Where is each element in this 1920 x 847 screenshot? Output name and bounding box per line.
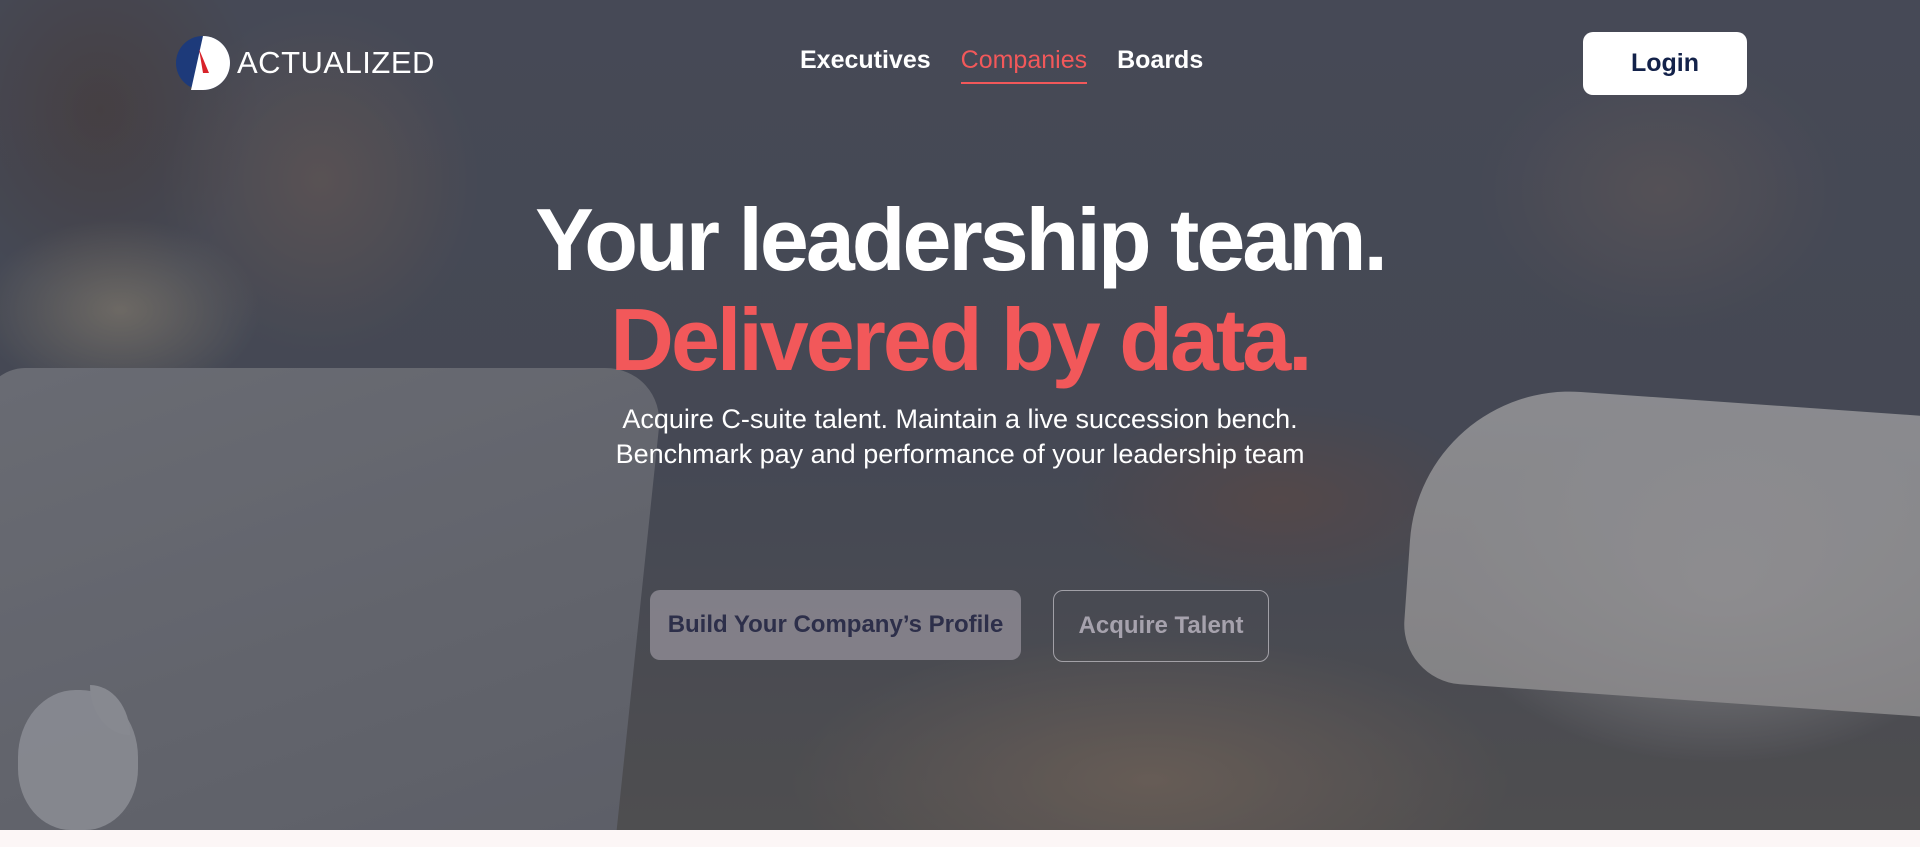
nav-boards[interactable]: Boards [1117, 44, 1203, 84]
nav-executives[interactable]: Executives [800, 44, 931, 84]
landing-page: ACTUALIZED Executives Companies Boards L… [0, 0, 1920, 847]
next-section-strip [0, 830, 1920, 847]
hero-subtitle: Acquire C-suite talent. Maintain a live … [0, 402, 1920, 472]
cta-group: Build Your Company’s Profile Acquire Tal… [650, 590, 1269, 662]
login-button[interactable]: Login [1583, 32, 1747, 95]
main-menu: Executives Companies Boards [800, 44, 1203, 84]
logo-link[interactable]: ACTUALIZED [175, 35, 435, 91]
brand-name: ACTUALIZED [237, 45, 435, 80]
nav-companies[interactable]: Companies [960, 44, 1088, 84]
build-profile-button[interactable]: Build Your Company’s Profile [650, 590, 1021, 660]
hero-content: Your leadership team. Delivered by data.… [0, 190, 1920, 472]
subtitle-line-2: Benchmark pay and performance of your le… [615, 439, 1305, 469]
top-navigation: ACTUALIZED Executives Companies Boards L… [0, 0, 1920, 125]
actualized-logo-icon [176, 36, 230, 90]
acquire-talent-button[interactable]: Acquire Talent [1053, 590, 1269, 662]
subtitle-line-1: Acquire C-suite talent. Maintain a live … [622, 404, 1298, 434]
headline-accent: Delivered by data. [610, 290, 1312, 389]
headline-primary: Your leadership team. [535, 190, 1388, 289]
